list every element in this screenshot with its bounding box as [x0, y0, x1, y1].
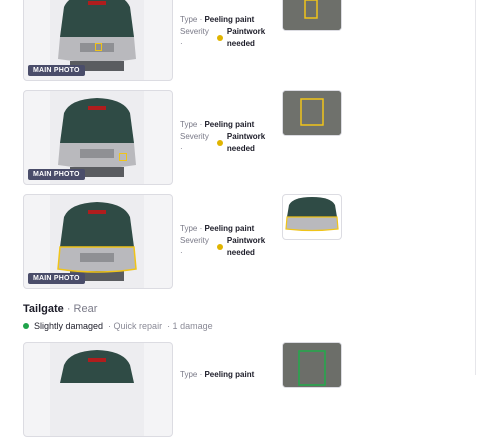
type-label: Type ·	[180, 15, 203, 24]
type-label: Type ·	[180, 120, 203, 129]
main-photo-badge: MAIN PHOTO	[28, 273, 85, 284]
damage-marker	[119, 153, 127, 161]
damage-info-2: Type · Peeling paint Severity · Paintwork…	[180, 119, 265, 155]
severity-separator: ·	[180, 144, 183, 153]
type-value: Peeling paint	[204, 15, 255, 24]
severity-separator: ·	[180, 248, 183, 257]
damage-card-2[interactable]: MAIN PHOTO	[23, 90, 173, 185]
severity-value: Paintwork	[226, 236, 266, 245]
severity-label: Severity	[180, 27, 209, 36]
type-label: Type ·	[180, 370, 203, 379]
damage-info-4: Type · Peeling paint	[180, 369, 254, 381]
damage-card-1[interactable]: MAIN PHOTO	[23, 0, 173, 81]
damage-thumbnail-1[interactable]	[282, 0, 342, 31]
severity-label: Severity	[180, 236, 209, 245]
severity-value-2: needed	[226, 248, 255, 257]
severity-value-2: needed	[226, 144, 255, 153]
car-photo	[50, 343, 144, 436]
repair-text: · Quick repair	[108, 321, 163, 331]
section-title: Tailgate · Rear	[23, 303, 97, 315]
yellow-dot-icon	[216, 140, 223, 146]
type-value: Peeling paint	[204, 370, 255, 379]
damage-info-1: Type · Peeling paint Severity · Paintwork…	[180, 14, 265, 50]
damage-marker	[95, 43, 102, 51]
main-photo-badge: MAIN PHOTO	[28, 65, 85, 76]
section-subtitle: · Rear	[66, 303, 98, 315]
damage-thumbnail-4[interactable]	[282, 342, 342, 388]
damage-card-3[interactable]: MAIN PHOTO	[23, 194, 173, 289]
type-label: Type ·	[180, 224, 203, 233]
severity-value: Paintwork	[226, 27, 266, 36]
section-status: Slightly damaged · Quick repair · 1 dama…	[23, 321, 213, 331]
scroll-rail[interactable]	[475, 0, 500, 375]
damage-card-4[interactable]	[23, 342, 173, 437]
damage-thumbnail-2[interactable]	[282, 90, 342, 136]
damage-count: · 1 damage	[167, 321, 213, 331]
type-value: Peeling paint	[204, 120, 255, 129]
main-photo-badge: MAIN PHOTO	[28, 169, 85, 180]
status-text: Slightly damaged	[34, 321, 104, 331]
yellow-dot-icon	[216, 244, 223, 250]
damage-thumbnail-3[interactable]	[282, 194, 342, 240]
severity-label: Severity	[180, 132, 209, 141]
section-title-text: Tailgate	[23, 303, 64, 315]
severity-value-2: needed	[226, 39, 255, 48]
damage-info-3: Type · Peeling paint Severity · Paintwork…	[180, 223, 265, 259]
severity-separator: ·	[180, 39, 183, 48]
green-dot-icon	[23, 323, 29, 329]
yellow-dot-icon	[216, 35, 223, 41]
type-value: Peeling paint	[204, 224, 255, 233]
severity-value: Paintwork	[226, 132, 266, 141]
